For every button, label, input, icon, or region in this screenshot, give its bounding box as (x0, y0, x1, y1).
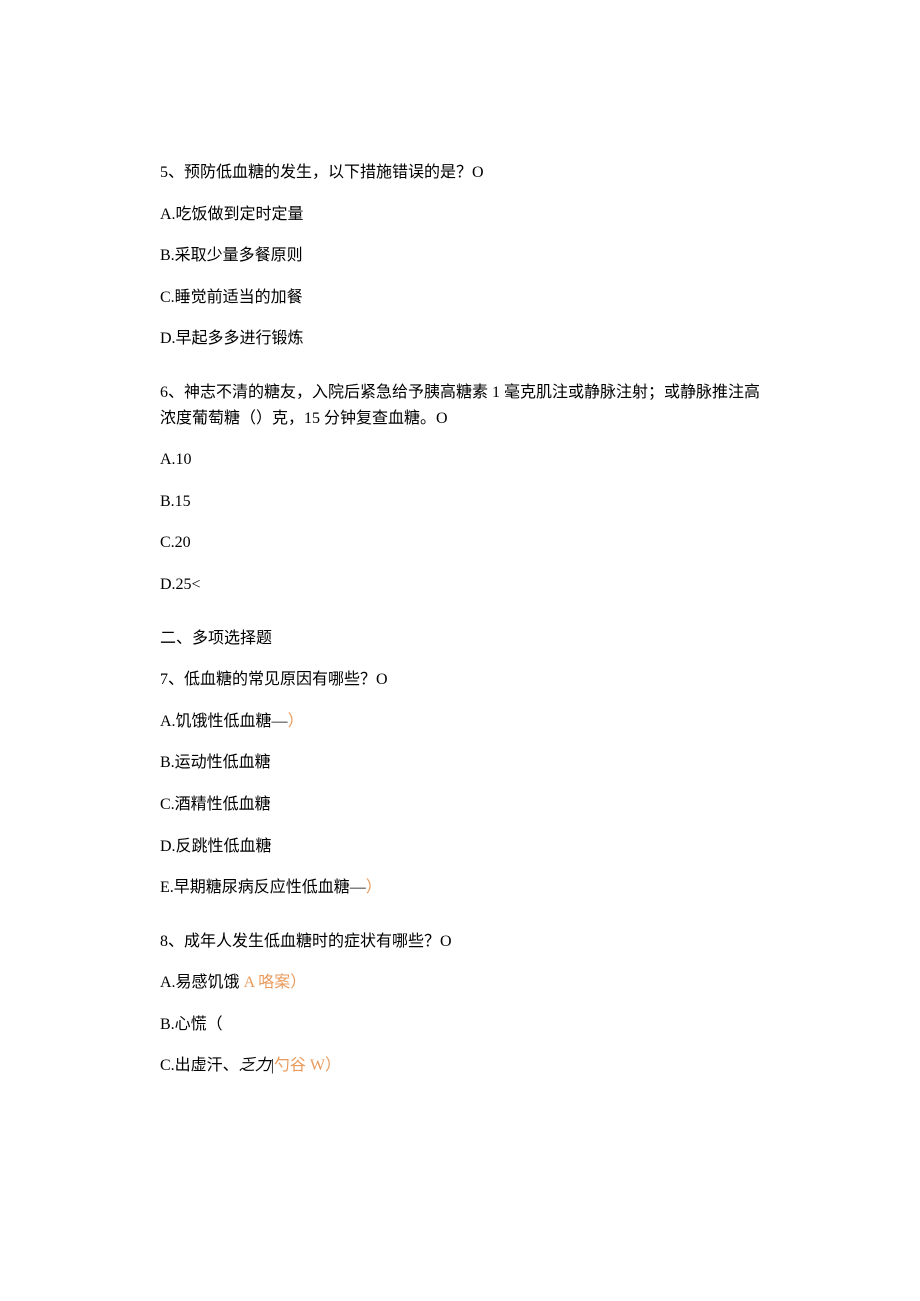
question-5-option-a: A.吃饭做到定时定量 (160, 202, 760, 228)
question-8-option-a: A.易感饥饿 A 咯案） (160, 970, 760, 996)
question-8-option-c-prefix: C.出虚汗、 (160, 1057, 239, 1074)
question-7-option-c: C.酒精性低血糖 (160, 792, 760, 818)
question-8-option-a-mark: A 咯案） (244, 974, 307, 991)
question-6-option-a: A.10 (160, 447, 760, 473)
question-6: 6、神志不清的糖友，入院后紧急给予胰高糖素 1 毫克肌注或静脉注射；或静脉推注高… (160, 380, 760, 598)
question-7-option-a: A.饥饿性低血糖—） (160, 709, 760, 735)
question-7-option-e-mark: ） (366, 879, 382, 896)
question-8-option-c: C.出虚汗、乏力|勺谷 W） (160, 1053, 760, 1079)
question-7-option-e-text: E.早期糖尿病反应性低血糖— (160, 879, 366, 896)
question-7: 7、低血糖的常见原因有哪些？O A.饥饿性低血糖—） B.运动性低血糖 C.酒精… (160, 667, 760, 901)
question-8: 8、成年人发生低血糖时的症状有哪些？O A.易感饥饿 A 咯案） B.心慌（ C… (160, 929, 760, 1079)
question-7-option-a-mark: ） (288, 713, 304, 730)
question-5-option-b: B.采取少量多餐原则 (160, 243, 760, 269)
question-8-text: 8、成年人发生低血糖时的症状有哪些？O (160, 929, 760, 955)
section-2-title: 二、多项选择题 (160, 626, 760, 652)
question-8-option-b: B.心慌（ (160, 1012, 760, 1038)
question-6-option-c: C.20 (160, 530, 760, 556)
question-7-option-a-text: A.饥饿性低血糖— (160, 713, 288, 730)
question-6-text: 6、神志不清的糖友，入院后紧急给予胰高糖素 1 毫克肌注或静脉注射；或静脉推注高… (160, 380, 760, 431)
question-5-text: 5、预防低血糖的发生，以下措施错误的是？O (160, 160, 760, 186)
question-5: 5、预防低血糖的发生，以下措施错误的是？O A.吃饭做到定时定量 B.采取少量多… (160, 160, 760, 352)
question-8-option-c-mark: 勺谷 W） (274, 1057, 341, 1074)
question-7-text: 7、低血糖的常见原因有哪些？O (160, 667, 760, 693)
question-8-option-a-text: A.易感饥饿 (160, 974, 244, 991)
question-7-option-e: E.早期糖尿病反应性低血糖—） (160, 875, 760, 901)
question-8-option-c-italic: 乏力 (239, 1057, 271, 1074)
question-7-option-b: B.运动性低血糖 (160, 750, 760, 776)
question-5-option-d: D.早起多多进行锻炼 (160, 326, 760, 352)
question-6-option-d: D.25< (160, 572, 760, 598)
question-6-option-b: B.15 (160, 489, 760, 515)
question-5-option-c: C.睡觉前适当的加餐 (160, 285, 760, 311)
question-7-option-d: D.反跳性低血糖 (160, 834, 760, 860)
